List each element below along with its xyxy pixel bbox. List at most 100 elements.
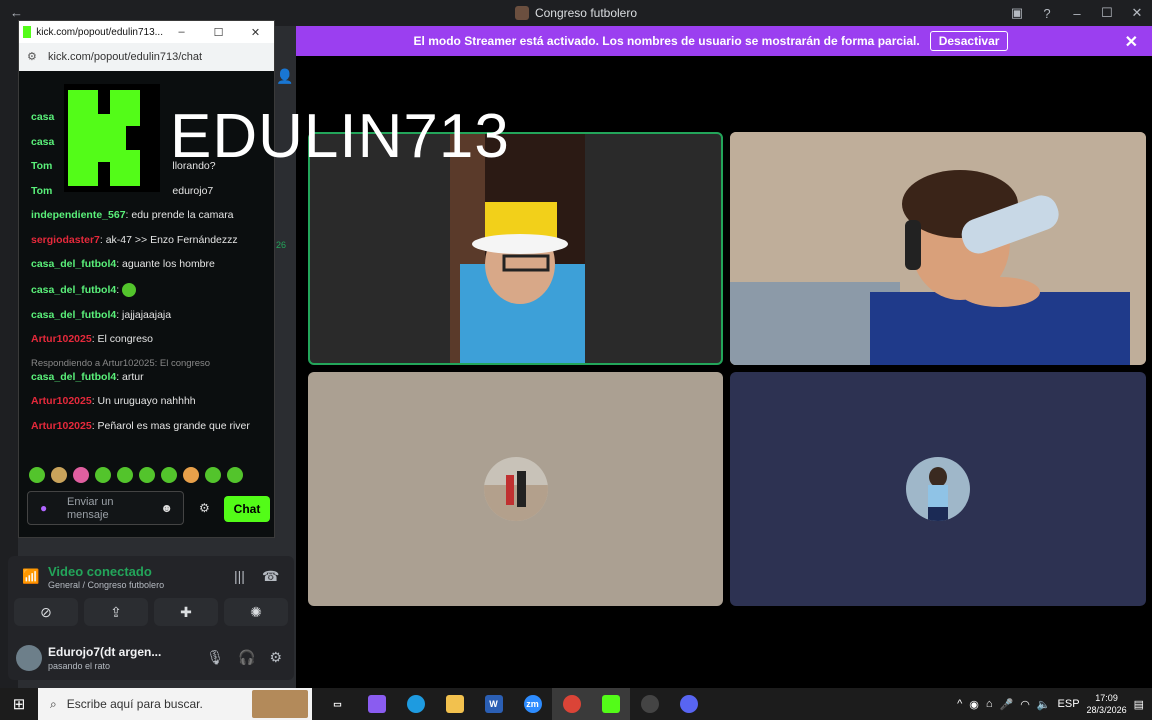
mic-icon[interactable]: ● [40,501,47,515]
username[interactable]: Edurojo7(dt argen... [48,645,161,659]
settings-gear-icon[interactable]: ⚙ [269,649,282,666]
popout-close[interactable]: ✕ [237,26,274,39]
windows-start-icon[interactable]: ⊞ [0,695,38,713]
wifi-icon[interactable]: ◠ [1020,698,1030,711]
message-placeholder[interactable]: Enviar un mensaje [67,496,137,522]
noise-suppression-icon[interactable]: ||| [234,568,245,584]
emote-icon[interactable] [183,467,199,483]
chevron-up-icon[interactable]: ^ [957,698,962,710]
send-chat-button[interactable]: Chat [224,496,270,522]
video-tile-3[interactable] [308,372,723,606]
signal-icon: 📶 [22,568,40,584]
taskbar-search[interactable]: ⌕ Escribe aquí para buscar. [38,688,312,720]
clock-date: 28/3/2026 [1086,705,1127,715]
emote-icon[interactable] [205,467,221,483]
video-tile-4[interactable] [730,372,1146,606]
emote-icon [122,282,137,297]
kick-k-icon [68,90,140,186]
popout-minimize[interactable]: – [163,26,200,39]
window-title: Congreso futbolero [514,6,638,20]
mic-icon[interactable]: 🎙 [206,649,224,666]
address-bar[interactable]: ⚙ kick.com/popout/edulin713/chat [19,43,274,71]
copilot-icon[interactable] [357,688,396,720]
volume-icon[interactable]: 🔈 [1037,698,1051,711]
notifications-icon[interactable]: ▤ [1134,698,1144,711]
chat-message: Artur102025: Peñarol es mas grande que r… [31,419,250,432]
back-icon[interactable]: ← [10,5,23,20]
server-icon [514,6,529,20]
emote-icon[interactable] [117,467,133,483]
chat-settings-icon[interactable]: ⚙ [199,501,210,515]
zoom-icon[interactable]: zm [513,688,552,720]
voice-channel[interactable]: General / Congreso futbolero [48,580,164,590]
chrome-icon[interactable] [552,688,591,720]
maximize-button[interactable]: ☐ [1092,5,1122,21]
popout-title: kick.com/popout/edulin713... [36,26,163,38]
add-user-icon[interactable]: 👤 [276,68,293,85]
user-status: pasando el rato [48,661,111,671]
taskbar: ⊞ ⌕ Escribe aquí para buscar. ▭ W zm ^ ◉… [0,688,1152,720]
soundboard-button[interactable]: ✺ [224,598,288,626]
kick-favicon [23,26,32,38]
task-view-icon[interactable]: ▭ [318,688,357,720]
voice-status[interactable]: Video conectado [48,564,152,579]
chat-message: casa_del_futbol4: [31,277,271,303]
banner-text: El modo Streamer está activado. Los nomb… [413,34,920,48]
emote-icon[interactable] [161,467,177,483]
emote-icon[interactable] [51,467,67,483]
disconnect-icon[interactable]: ☎ [262,568,279,585]
inbox-icon[interactable]: ▣ [1002,5,1032,21]
activities-button[interactable]: ✚ [154,598,218,626]
emote-icon[interactable] [95,467,111,483]
participant-avatar-4 [906,457,970,521]
close-banner-icon[interactable]: ✕ [1125,32,1138,52]
microphone-tray-icon[interactable]: 🎤 [1000,698,1014,711]
message-input[interactable]: ● Enviar un mensaje ☻ [27,491,184,525]
emote-icon[interactable] [29,467,45,483]
url-text[interactable]: kick.com/popout/edulin713/chat [48,51,202,63]
kick-app-icon[interactable] [591,688,630,720]
clock-time: 17:09 [1095,693,1118,703]
side-count: 26 [276,240,287,250]
search-icon: ⌕ [50,696,57,711]
webcam-feed-2 [730,132,1146,365]
emote-icon[interactable] [227,467,243,483]
file-explorer-icon[interactable] [435,688,474,720]
search-highlight-image [252,690,308,718]
streamer-mode-banner: El modo Streamer está activado. Los nomb… [270,26,1152,56]
obs-icon[interactable] [630,688,669,720]
chat-message: casa_del_futbol4: artur [31,370,144,383]
site-info-icon[interactable]: ⚙ [27,50,37,63]
chat-message: independiente_567: edu prende la camara [31,209,234,221]
discord-icon[interactable] [669,688,708,720]
window-title-text: Congreso futbolero [534,6,638,20]
clock[interactable]: 17:09 28/3/2026 [1087,692,1127,716]
chat-message: sergiodaster7: ak-47 >> Enzo Fernándezzz [31,233,238,246]
streamer-overlay-name: EDULIN713 [170,102,510,171]
screen-share-button[interactable]: ⇪ [84,598,148,626]
avatar[interactable] [16,645,42,671]
language-indicator[interactable]: ESP [1058,698,1080,710]
chat-message: Artur102025: El congreso [31,333,153,345]
screen: ← Congreso futbolero ▣ ? – ☐ ✕ El modo S… [0,0,1152,720]
chat-message: casa_del_futbol4: aguante los hombre [31,258,215,270]
headphones-icon[interactable]: 🎧 [238,649,255,666]
minimize-button[interactable]: – [1062,6,1092,21]
taskbar-apps: ▭ W zm [318,688,708,720]
emoji-icon[interactable]: ☻ [160,501,173,515]
emote-icon[interactable] [139,467,155,483]
disable-streamer-button[interactable]: Desactivar [929,31,1009,51]
emote-icon[interactable] [73,467,89,483]
close-button[interactable]: ✕ [1122,5,1152,21]
edge-icon[interactable] [396,688,435,720]
reply-indicator: Respondiendo a Artur102025: El congreso [31,357,211,369]
popout-maximize[interactable]: ☐ [200,26,237,39]
search-placeholder[interactable]: Escribe aquí para buscar. [67,697,203,711]
word-icon[interactable]: W [474,688,513,720]
emote-bar [29,467,243,483]
video-tile-2[interactable] [730,132,1146,365]
record-icon[interactable]: ◉ [969,698,979,711]
camera-off-button[interactable]: ⊘ [14,598,78,626]
help-icon[interactable]: ? [1032,6,1062,21]
usb-icon[interactable]: ⌂ [986,698,993,710]
